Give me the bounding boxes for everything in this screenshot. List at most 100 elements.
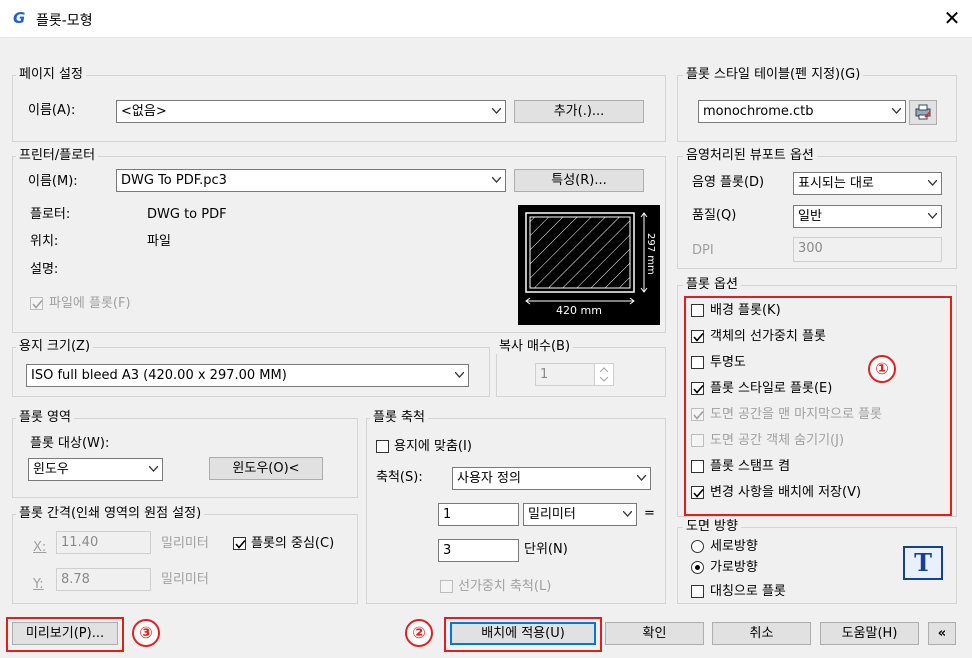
printer-name-label: 이름(M): (28, 174, 78, 189)
copies-input[interactable]: 1 (535, 363, 595, 386)
style-table-value: monochrome.ctb (703, 104, 814, 119)
chevron-down-icon (149, 466, 158, 472)
offset-x-input[interactable]: 11.40 (56, 531, 151, 554)
apply-to-layout-button[interactable]: 배치에 적용(U) (450, 622, 596, 645)
spinner-arrows-icon (599, 367, 609, 382)
preview-width-text: 420 mm (556, 304, 602, 317)
scale-value2: 3 (443, 543, 452, 558)
scale-lineweights-checkbox[interactable] (440, 580, 453, 593)
scale-unit-value: 밀리미터 (528, 507, 576, 522)
upside-down-checkbox[interactable] (691, 585, 704, 598)
orientation-legend: 도면 방향 (683, 519, 741, 534)
offset-y-input[interactable]: 8.78 (56, 568, 151, 591)
scale-value1: 1 (443, 507, 452, 522)
scale-equals-sign: = (644, 506, 655, 521)
upside-down-label: 대칭으로 플롯 (710, 584, 786, 599)
close-icon[interactable]: ✕ (940, 6, 964, 30)
printer-name-select[interactable]: DWG To PDF.pc3 (116, 169, 506, 192)
cancel-button[interactable]: 취소 (712, 622, 811, 645)
chevron-down-icon (637, 475, 646, 481)
paper-size-select[interactable]: ISO full bleed A3 (420.00 x 297.00 MM) (26, 364, 469, 387)
chevron-down-icon (455, 372, 464, 378)
collapse-button[interactable]: « (928, 622, 956, 645)
plot-to-file-checkbox[interactable] (30, 297, 43, 310)
annotation-mark-3: ③ (132, 619, 160, 647)
style-table-legend: 플롯 스타일 테이블(펜 지정)(G) (683, 67, 864, 82)
plot-offset-legend: 플롯 간격(인쇄 영역의 원점 설정) (16, 506, 205, 521)
shaded-viewport-legend: 음영처리된 뷰포트 옵션 (683, 148, 817, 163)
scale-unit-select[interactable]: 밀리미터 (523, 503, 637, 526)
paper-preview: 420 mm 297 mm (518, 205, 660, 325)
plot-area-what-value: 윈도우 (33, 462, 69, 477)
help-button[interactable]: 도움말(H) (820, 622, 919, 645)
scale-select[interactable]: 사용자 정의 (452, 467, 651, 490)
center-plot-label: 플롯의 중심(C) (251, 536, 335, 551)
chevron-down-icon (928, 180, 937, 186)
plot-area-legend: 플롯 영역 (16, 410, 74, 425)
chevron-down-icon (492, 108, 501, 114)
page-setup-name-label: 이름(A): (28, 103, 76, 118)
page-setup-name-value: <없음> (121, 104, 167, 119)
quality-label: 품질(Q) (692, 208, 737, 223)
scale-value: 사용자 정의 (457, 471, 521, 486)
chevron-down-icon (492, 177, 501, 183)
location-label: 위치: (30, 234, 59, 249)
printer-properties-button[interactable]: 특성(R)... (514, 169, 644, 192)
orientation-icon: T (903, 546, 943, 580)
plot-area-what-select[interactable]: 윈도우 (28, 458, 163, 481)
add-page-setup-button[interactable]: 추가(.)... (514, 100, 644, 123)
ok-button[interactable]: 확인 (605, 622, 704, 645)
checkmark-icon (235, 539, 246, 549)
paper-size-value: ISO full bleed A3 (420.00 x 297.00 MM) (31, 368, 287, 383)
chevron-down-icon (623, 511, 632, 517)
quality-value: 일반 (798, 209, 822, 224)
landscape-radio[interactable] (691, 561, 704, 574)
page-setup-legend: 페이지 설정 (16, 67, 86, 82)
copies-spinner[interactable] (594, 363, 614, 386)
dpi-label: DPI (692, 243, 714, 258)
shade-plot-select[interactable]: 표시되는 대로 (793, 172, 942, 195)
copies-legend: 복사 매수(B) (496, 339, 574, 354)
portrait-radio[interactable] (691, 540, 704, 553)
scale-value1-input[interactable]: 1 (438, 503, 519, 526)
title-bar: G 플롯-모형 ✕ (0, 0, 972, 38)
shade-plot-value: 표시되는 대로 (798, 176, 874, 191)
printer-name-value: DWG To PDF.pc3 (121, 173, 227, 188)
radio-selected-dot (695, 565, 700, 570)
description-label: 설명: (30, 262, 59, 277)
scale-value2-input[interactable]: 3 (438, 539, 519, 562)
dpi-value: 300 (798, 241, 823, 256)
plotter-label: 플로터: (30, 207, 71, 222)
fit-to-paper-label: 용지에 맞춤(I) (394, 439, 472, 454)
plot-window-button[interactable]: 윈도우(O)< (209, 457, 323, 480)
quality-select[interactable]: 일반 (793, 205, 942, 228)
scale-lineweights-label: 선가중치 축척(L) (458, 579, 552, 594)
edit-style-table-button[interactable] (909, 100, 937, 125)
chevron-down-icon (928, 213, 937, 219)
dpi-input[interactable]: 300 (793, 237, 942, 262)
scale-units-label: 단위(N) (524, 542, 568, 557)
offset-x-value: 11.40 (61, 535, 99, 550)
page-setup-name-select[interactable]: <없음> (116, 100, 506, 123)
copies-value: 1 (540, 367, 549, 382)
shade-plot-label: 음영 플롯(D) (692, 175, 765, 190)
offset-y-label: Y: (33, 577, 44, 592)
annotation-mark-2: ② (405, 619, 433, 647)
paper-size-legend: 용지 크기(Z) (16, 339, 94, 354)
offset-y-value: 8.78 (61, 572, 90, 587)
location-value: 파일 (147, 234, 171, 249)
offset-y-unit: 밀리미터 (161, 572, 209, 587)
style-table-select[interactable]: monochrome.ctb (698, 100, 906, 123)
double-chevron-left-icon: « (937, 626, 947, 641)
window-title: 플롯-모형 (36, 13, 93, 29)
annotation-mark-1: ① (868, 355, 896, 383)
center-plot-checkbox[interactable] (233, 537, 246, 550)
landscape-label: 가로방향 (710, 560, 758, 575)
plot-options-highlight (684, 296, 952, 516)
fit-to-paper-checkbox[interactable] (376, 440, 389, 453)
scale-label: 축척(S): (376, 470, 423, 485)
preview-highlight (6, 617, 124, 652)
offset-x-unit: 밀리미터 (161, 536, 209, 551)
preview-height-text: 297 mm (645, 233, 656, 275)
checkmark-icon (32, 299, 43, 309)
